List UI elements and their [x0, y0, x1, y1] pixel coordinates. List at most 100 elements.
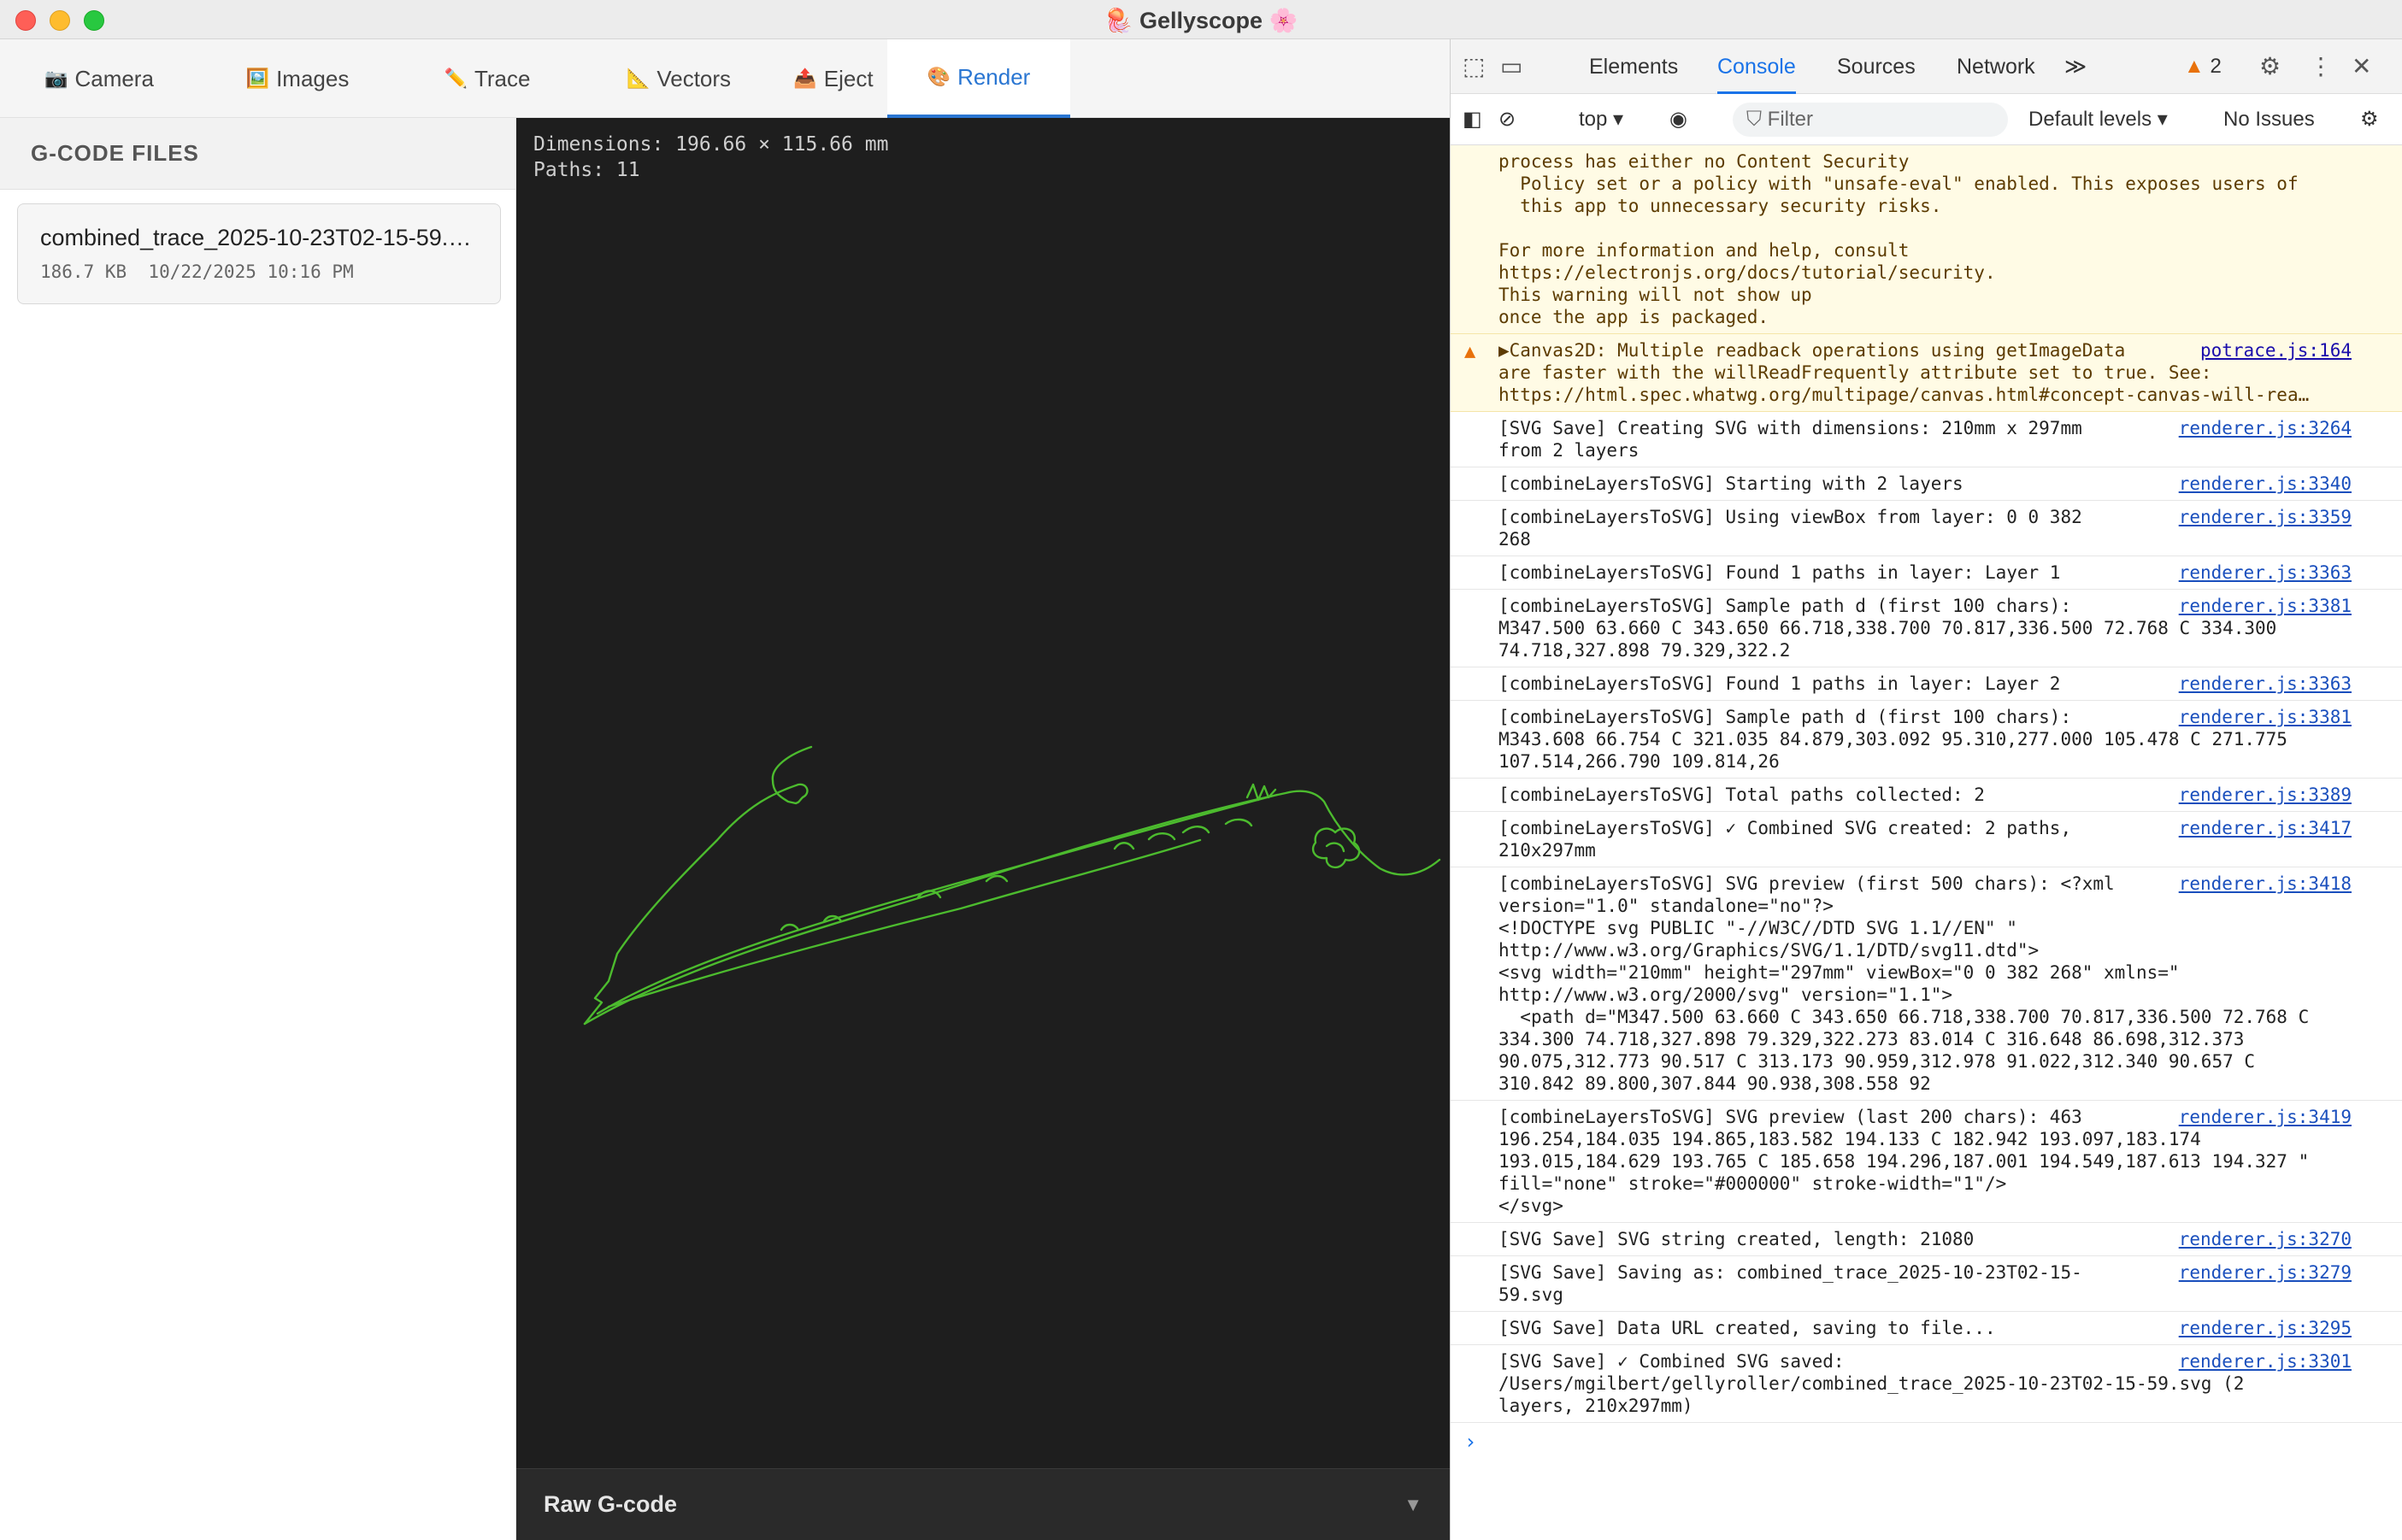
palette-icon: 🎨: [927, 66, 951, 87]
tab-label: Eject: [823, 65, 874, 91]
console-message-text: [SVG Save] ✓ Combined SVG saved: /Users/…: [1498, 1351, 2245, 1416]
tab-elements[interactable]: Elements: [1589, 39, 1678, 94]
console-message-text: [combineLayersToSVG] Using viewBox from …: [1498, 507, 2082, 550]
device-toolbar-icon[interactable]: ▭: [1500, 53, 1522, 80]
console-message[interactable]: [combineLayersToSVG] ✓ Combined SVG crea…: [1451, 812, 2402, 867]
log-levels-dropdown[interactable]: Default levels ▾: [2028, 106, 2168, 133]
toolpath-body-inner: [596, 793, 1279, 1015]
app-main: 📷 Camera 🖼️ Images ✏️ Trace 📐 Vectors 📤 …: [0, 39, 1450, 1540]
console-message-text: [combineLayersToSVG] Sample path d (firs…: [1498, 596, 2277, 661]
tab-bar: 📷 Camera 🖼️ Images ✏️ Trace 📐 Vectors 📤 …: [0, 39, 1450, 118]
source-link[interactable]: renderer.js:3418: [2172, 873, 2352, 895]
tab-label: Camera: [74, 65, 154, 91]
source-link[interactable]: renderer.js:3359: [2172, 506, 2352, 528]
source-link[interactable]: renderer.js:3264: [2172, 417, 2352, 439]
pencil-icon: ✏️: [444, 68, 468, 89]
render-preview-canvas[interactable]: Dimensions: 196.66 × 115.66 mm Paths: 11: [516, 118, 1450, 1468]
warnings-count: 2: [2210, 55, 2222, 78]
tab-sources[interactable]: Sources: [1837, 39, 1916, 94]
console-message[interactable]: [combineLayersToSVG] Total paths collect…: [1451, 779, 2402, 812]
source-link[interactable]: renderer.js:3270: [2172, 1228, 2352, 1250]
close-devtools-icon[interactable]: ✕: [2352, 53, 2371, 80]
console-message[interactable]: [SVG Save] Saving as: combined_trace_202…: [1451, 1256, 2402, 1312]
source-link[interactable]: renderer.js:3301: [2172, 1350, 2352, 1372]
inspect-element-icon[interactable]: ⬚: [1463, 53, 1485, 80]
source-link[interactable]: renderer.js:3417: [2172, 817, 2352, 839]
tab-label: Images: [276, 65, 350, 91]
toolpath-body-lower: [607, 838, 1202, 1008]
console-message-text: [SVG Save] SVG string created, length: 2…: [1498, 1229, 1975, 1249]
console-message-text: [SVG Save] Creating SVG with dimensions:…: [1498, 418, 2082, 461]
clear-console-icon[interactable]: ⊘: [1498, 106, 1516, 133]
gcode-file-item[interactable]: combined_trace_2025-10-23T02-15-59.gcode…: [17, 203, 501, 304]
source-link[interactable]: potrace.js:164: [2193, 339, 2352, 361]
console-message[interactable]: [combineLayersToSVG] Sample path d (firs…: [1451, 701, 2402, 779]
warnings-badge[interactable]: ▲ 2: [2184, 55, 2222, 79]
source-link[interactable]: renderer.js:3389: [2172, 784, 2352, 806]
raw-gcode-toggle[interactable]: Raw G-code ▼: [516, 1468, 1450, 1540]
tab-eject[interactable]: 📤 Eject: [780, 39, 887, 118]
console-message[interactable]: [combineLayersToSVG] Found 1 paths in la…: [1451, 667, 2402, 701]
tab-render[interactable]: 🎨 Render: [887, 39, 1070, 118]
eye-icon[interactable]: ◉: [1669, 106, 1687, 133]
console-message[interactable]: [SVG Save] ✓ Combined SVG saved: /Users/…: [1451, 1345, 2402, 1423]
gcode-sidebar: G-CODE FILES combined_trace_2025-10-23T0…: [0, 118, 516, 1540]
console-message[interactable]: ▲ ▶Canvas2D: Multiple readback operations…: [1451, 334, 2402, 412]
window-title: 🪼 Gellyscope 🌸: [1104, 8, 1298, 33]
tab-images[interactable]: 🖼️ Images: [198, 39, 397, 118]
chevron-down-icon: ▼: [1404, 1493, 1422, 1515]
filter-input[interactable]: ⛉ Filter: [1733, 103, 2008, 137]
source-link[interactable]: renderer.js:3340: [2172, 473, 2352, 495]
tab-trace[interactable]: ✏️ Trace: [397, 39, 578, 118]
toolpath-preview: [583, 745, 1441, 1026]
console-message[interactable]: [combineLayersToSVG] SVG preview (last 2…: [1451, 1101, 2402, 1223]
console-message-text: [combineLayersToSVG] Found 1 paths in la…: [1498, 673, 2061, 694]
tab-vectors[interactable]: 📐 Vectors: [578, 39, 780, 118]
source-link[interactable]: renderer.js:3381: [2172, 706, 2352, 728]
file-meta: 186.7 KB 10/22/2025 10:16 PM: [40, 262, 354, 282]
tab-label: Trace: [474, 65, 531, 91]
console-message[interactable]: [combineLayersToSVG] Found 1 paths in la…: [1451, 556, 2402, 590]
console-message[interactable]: [combineLayersToSVG] Using viewBox from …: [1451, 501, 2402, 556]
console-message[interactable]: process has either no Content Security P…: [1451, 145, 2402, 334]
console-message[interactable]: [combineLayersToSVG] Starting with 2 lay…: [1451, 467, 2402, 501]
source-link[interactable]: renderer.js:3419: [2172, 1106, 2352, 1128]
dimensions-readout: Dimensions: 196.66 × 115.66 mm Paths: 11: [533, 132, 888, 183]
context-selector[interactable]: top ▾: [1579, 106, 1623, 133]
console-message[interactable]: [combineLayersToSVG] SVG preview (first …: [1451, 867, 2402, 1101]
kebab-menu-icon[interactable]: ⋮: [2309, 53, 2333, 80]
source-link[interactable]: renderer.js:3381: [2172, 595, 2352, 617]
tab-label: Vectors: [656, 65, 732, 91]
ruler-icon: 📐: [626, 68, 651, 89]
sidebar-title: G-CODE FILES: [0, 118, 515, 190]
settings-gear-icon[interactable]: ⚙: [2259, 53, 2281, 80]
raw-gcode-label: Raw G-code: [544, 1491, 678, 1517]
source-link[interactable]: renderer.js:3295: [2172, 1317, 2352, 1339]
warning-icon: ▲: [1464, 341, 1476, 362]
console-message-text: [combineLayersToSVG] Sample path d (firs…: [1498, 707, 2287, 772]
source-link[interactable]: renderer.js:3363: [2172, 561, 2352, 584]
source-link[interactable]: renderer.js:3363: [2172, 673, 2352, 695]
console-message[interactable]: [SVG Save] SVG string created, length: 2…: [1451, 1223, 2402, 1256]
issues-button[interactable]: No Issues: [2223, 106, 2315, 133]
console-message-text: [combineLayersToSVG] Total paths collect…: [1498, 785, 1985, 805]
console-message[interactable]: [SVG Save] Creating SVG with dimensions:…: [1451, 412, 2402, 467]
sidebar-toggle-icon[interactable]: ◧: [1463, 106, 1482, 133]
console-message-text: [combineLayersToSVG] Starting with 2 lay…: [1498, 473, 1963, 494]
console-message[interactable]: [SVG Save] Data URL created, saving to f…: [1451, 1312, 2402, 1345]
tab-network[interactable]: Network: [1957, 39, 2035, 94]
more-tabs-icon[interactable]: ≫: [2064, 39, 2087, 94]
toolpath-body-stroke: [583, 790, 1441, 1026]
source-link[interactable]: renderer.js:3279: [2172, 1261, 2352, 1284]
console-settings-icon[interactable]: ⚙: [2360, 106, 2379, 133]
console-prompt[interactable]: ›: [1451, 1423, 2402, 1461]
console-log[interactable]: process has either no Content Security P…: [1451, 145, 2402, 1540]
tab-console[interactable]: Console: [1717, 39, 1796, 94]
console-message[interactable]: [combineLayersToSVG] Sample path d (firs…: [1451, 590, 2402, 667]
paths-count-text: Paths: 11: [533, 159, 640, 181]
console-message-text: [combineLayersToSVG] SVG preview (first …: [1498, 873, 2310, 1094]
console-message-text: ▶Canvas2D: Multiple readback operations …: [1498, 340, 2310, 405]
images-icon: 🖼️: [245, 68, 270, 89]
title-bar: 🪼 Gellyscope 🌸: [0, 0, 2402, 39]
tab-camera[interactable]: 📷 Camera: [0, 39, 198, 118]
